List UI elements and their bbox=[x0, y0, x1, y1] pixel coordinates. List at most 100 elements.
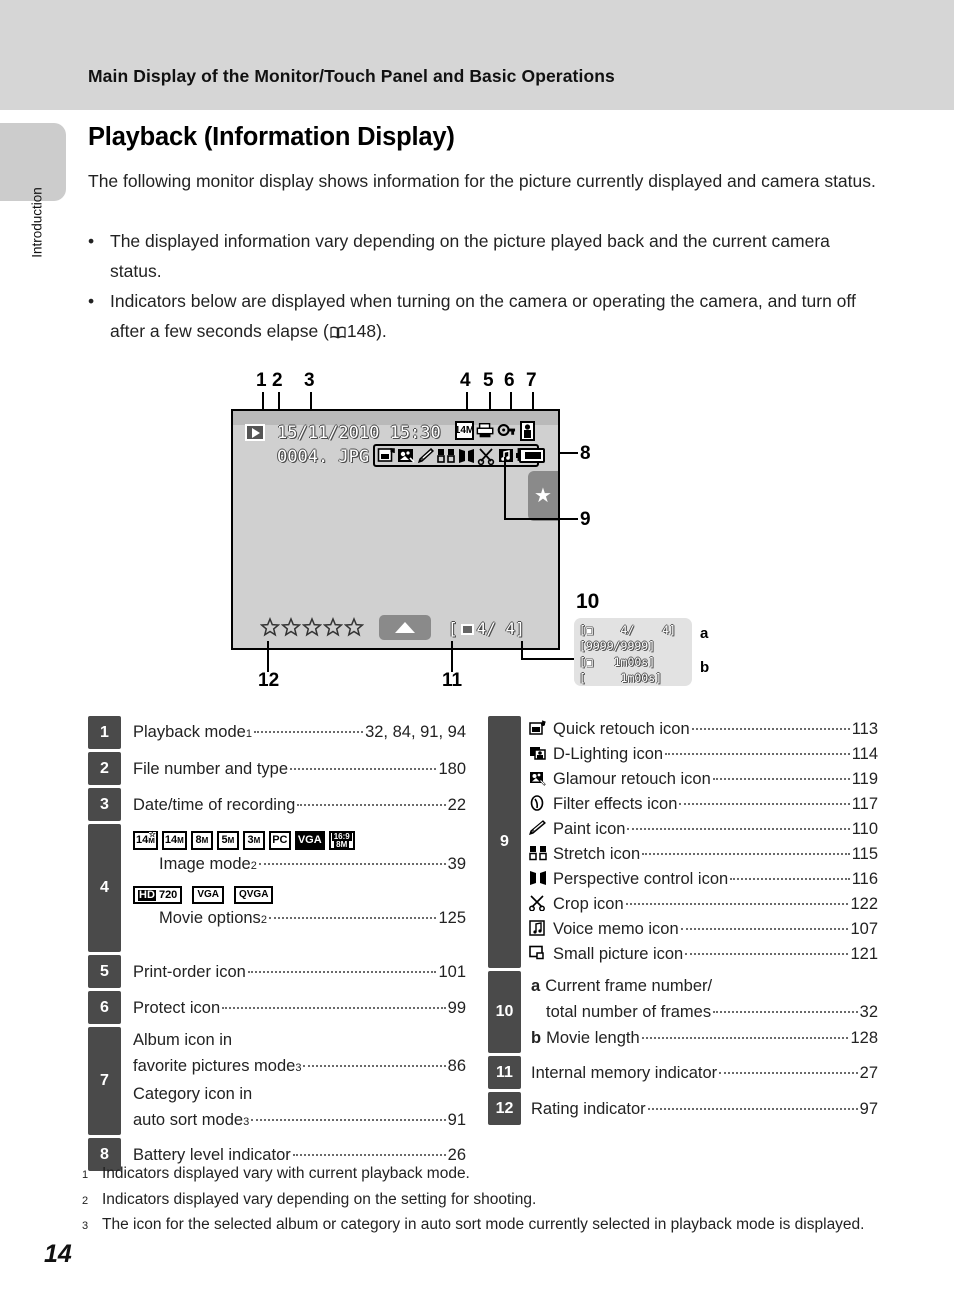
callout-6: 6 bbox=[504, 370, 515, 391]
leader-dots bbox=[258, 863, 446, 865]
legend-entry-label: Current frame number/ bbox=[545, 977, 713, 995]
quick-retouch-icon bbox=[376, 446, 396, 465]
file-number-and-type: 0004. JPG bbox=[277, 447, 370, 467]
legend-entry-page: 101 bbox=[438, 962, 466, 981]
monitor-status-icons: 14M bbox=[454, 420, 537, 441]
legend-entry: Crop icon 122 bbox=[529, 892, 878, 917]
legend-entry-label: Perspective control icon bbox=[553, 870, 729, 888]
legend-entry: Glamour retouch icon 119 bbox=[529, 767, 878, 792]
image-mode-badge-text: 14M bbox=[454, 424, 475, 436]
legend-number: 4 bbox=[88, 824, 121, 952]
legend-entry: Album icon in bbox=[133, 1027, 466, 1053]
leader-dots bbox=[712, 778, 850, 780]
legend-entry-sublabel: a bbox=[531, 973, 540, 999]
legend-entry-label: Small picture icon bbox=[553, 945, 684, 963]
footnote: 1 Indicators displayed vary with current… bbox=[82, 1162, 882, 1188]
legend-entry-page: 180 bbox=[438, 759, 466, 778]
perspective-control-icon bbox=[529, 869, 547, 894]
battery-level-indicator bbox=[516, 448, 545, 463]
leader-dots bbox=[627, 828, 850, 830]
legend-entry: Paint icon 110 bbox=[528, 817, 878, 842]
legend-entry: total number of frames 32 bbox=[531, 999, 878, 1025]
leader-dots bbox=[303, 1065, 446, 1067]
legend-body: a Current frame number/ total number of … bbox=[521, 971, 878, 1053]
footnote: 2 Indicators displayed vary depending on… bbox=[82, 1188, 882, 1214]
legend-table-right: 9 Quick retouch icon 113 D-Lighting icon… bbox=[488, 716, 878, 1128]
leader-dots bbox=[719, 1071, 858, 1074]
legend-entry-label: Movie length bbox=[546, 1029, 640, 1047]
leader-dots bbox=[268, 917, 437, 919]
leader-dots bbox=[647, 1107, 858, 1110]
crop-icon bbox=[529, 894, 547, 919]
legend-entry-page: 32 bbox=[859, 1003, 878, 1021]
image-mode-8m-icon: 8M bbox=[190, 831, 213, 850]
legend-entry: Protect icon 99 bbox=[133, 995, 466, 1021]
star-icon: ★ bbox=[534, 485, 552, 507]
leader-dots bbox=[679, 803, 850, 805]
image-mode-3m-icon: 3M bbox=[242, 831, 265, 850]
legend-entry-label: favorite pictures mode bbox=[133, 1057, 296, 1075]
leader-line-11 bbox=[451, 641, 453, 672]
legend-entry-label: D-Lighting icon bbox=[553, 745, 664, 763]
callout-12: 12 bbox=[258, 670, 280, 691]
leader-dots bbox=[713, 1011, 858, 1013]
favorite-star-tab[interactable]: ★ bbox=[528, 471, 558, 521]
legend-entry-label: Quick retouch icon bbox=[553, 720, 690, 738]
legend-number: 9 bbox=[488, 716, 521, 968]
legend-entry: File number and type 180 bbox=[133, 756, 466, 782]
table-row: 11 Internal memory indicator 27 bbox=[488, 1056, 878, 1089]
leader-dots bbox=[641, 1037, 849, 1039]
rating-indicator[interactable] bbox=[260, 617, 364, 637]
playback-display-figure: 1 2 3 4 5 6 7 15/11/2010 15:30 0004. JPG… bbox=[0, 0, 954, 691]
leader-line-10-h bbox=[521, 658, 576, 660]
scroll-up-button[interactable] bbox=[379, 615, 431, 640]
leader-dots bbox=[253, 730, 364, 733]
movie-options-icon-strip: HD 720 VGA QVGA bbox=[133, 886, 466, 904]
legend-entry-page: 117 bbox=[851, 795, 878, 813]
legend-body: File number and type 180 bbox=[121, 752, 466, 785]
legend-entry: Filter effects icon 117 bbox=[529, 792, 878, 817]
legend-body: Rating indicator 97 bbox=[521, 1092, 878, 1125]
legend-entry: Small picture icon 121 bbox=[529, 942, 878, 967]
callout-2: 2 bbox=[272, 370, 283, 391]
legend-entry-page: 99 bbox=[447, 998, 466, 1017]
legend-entry-page: 128 bbox=[850, 1029, 878, 1047]
leader-dots bbox=[297, 803, 446, 806]
legend-entry-label: Internal memory indicator bbox=[531, 1063, 718, 1082]
legend-entry-page: 121 bbox=[850, 945, 878, 963]
legend-number: 11 bbox=[488, 1056, 521, 1089]
legend-entry-label: Album icon in bbox=[133, 1031, 233, 1049]
image-mode-16-9-8m-icon: 16:9 8M bbox=[328, 831, 355, 850]
leader-dots bbox=[685, 953, 849, 955]
table-row: 9 Quick retouch icon 113 D-Lighting icon… bbox=[488, 716, 878, 968]
table-row: 3 Date/time of recording 22 bbox=[88, 788, 466, 821]
legend-entry: Perspective control icon 116 bbox=[529, 867, 878, 892]
table-row: 2 File number and type 180 bbox=[88, 752, 466, 785]
leader-dots bbox=[247, 970, 437, 973]
legend-entry-page: 22 bbox=[447, 795, 466, 814]
callout-10: 10 bbox=[576, 590, 600, 613]
detail-label-a: a bbox=[700, 625, 709, 642]
callout-8: 8 bbox=[580, 443, 591, 464]
detail-label-b: b bbox=[700, 659, 710, 676]
legend-number: 3 bbox=[88, 788, 121, 821]
legend-entry-page: 122 bbox=[850, 895, 878, 913]
footnote-text: Indicators displayed vary depending on t… bbox=[102, 1190, 537, 1208]
callout-3: 3 bbox=[304, 370, 315, 391]
legend-entry: Print-order icon 101 bbox=[133, 959, 466, 985]
legend-entry: Movie options 2 125 bbox=[133, 905, 466, 933]
legend-entry-footnote-mark: 1 bbox=[245, 727, 252, 740]
d-lighting-icon bbox=[529, 744, 547, 769]
camera-monitor: 15/11/2010 15:30 0004. JPG 14M ★ [4/ 4] bbox=[231, 409, 560, 650]
legend-entry-page: 39 bbox=[447, 855, 466, 873]
legend-entry-page: 119 bbox=[851, 770, 878, 788]
frame-counter-detail-callout: [▣ 4/ 4] [9999/9999] [▣ 1m00s] [ 1m00s] bbox=[574, 618, 692, 686]
callout-7: 7 bbox=[526, 370, 537, 391]
legend-body: Internal memory indicator 27 bbox=[521, 1056, 878, 1089]
legend-entry: Category icon in bbox=[133, 1081, 466, 1107]
leader-dots bbox=[691, 728, 850, 730]
legend-entry-label: Image mode bbox=[159, 855, 251, 873]
legend-body: Album icon in favorite pictures mode 3 86… bbox=[121, 1027, 466, 1135]
retouch-icon-row bbox=[373, 444, 539, 467]
movie-option-hd720-icon: HD 720 bbox=[133, 886, 183, 904]
